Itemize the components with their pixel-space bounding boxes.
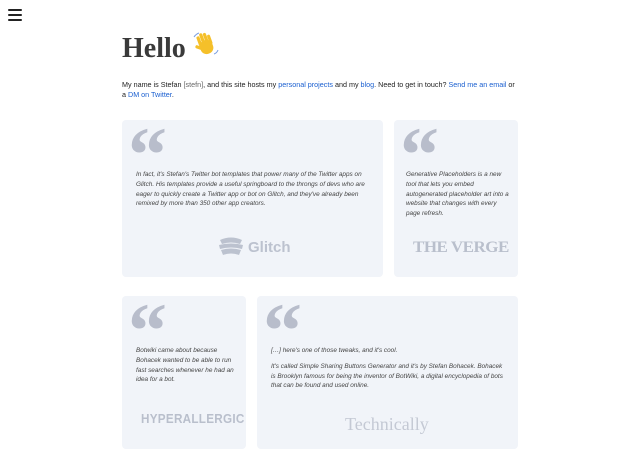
blog-link[interactable]: blog bbox=[361, 80, 375, 89]
quote-card-verge: “ Generative Placeholders is a new tool … bbox=[394, 116, 518, 277]
menu-line bbox=[8, 19, 22, 21]
quote-text: […] here's one of those tweaks, and it's… bbox=[271, 346, 507, 397]
main-content: Hello My name is Stefan [stefn], and thi… bbox=[122, 30, 518, 100]
quote-paragraph: In fact, it's Stefan's Twitter bot templ… bbox=[136, 171, 365, 208]
quote-card-glitch: “ In fact, it's Stefan's Twitter bot tem… bbox=[122, 116, 383, 277]
intro-text: and my bbox=[332, 80, 361, 89]
intro-text: , and this site hosts my bbox=[203, 80, 279, 89]
twitter-dm-link[interactable]: DM on Twitter bbox=[128, 90, 172, 99]
quote-card-hyperallergic: “ Botwiki came about because Bohacek wan… bbox=[122, 292, 246, 449]
glitch-fish-icon bbox=[219, 237, 243, 255]
the-verge-logo[interactable]: THE VERGE bbox=[413, 238, 509, 257]
intro-text: My name is Stefan bbox=[122, 80, 184, 89]
quote-paragraph: Botwiki came about because Bohacek wante… bbox=[136, 347, 234, 384]
intro-text: . bbox=[171, 90, 174, 99]
quote-text: Botwiki came about because Bohacek wante… bbox=[136, 346, 240, 391]
quote-paragraph: […] here's one of those tweaks, and it's… bbox=[271, 347, 398, 354]
quote-text: In fact, it's Stefan's Twitter bot templ… bbox=[136, 170, 372, 215]
quote-paragraph: It's called Simple Sharing Buttons Gener… bbox=[271, 362, 503, 390]
hamburger-menu-icon[interactable] bbox=[8, 9, 22, 21]
personal-projects-link[interactable]: personal projects bbox=[278, 80, 333, 89]
waving-hand-icon bbox=[192, 30, 220, 67]
email-link[interactable]: Send me an email bbox=[448, 80, 506, 89]
glitch-logo-text: Glitch bbox=[248, 238, 291, 256]
quote-card-technically: “ […] here's one of those tweaks, and it… bbox=[257, 292, 518, 449]
pronunciation: [stefn] bbox=[183, 80, 204, 89]
intro-paragraph: My name is Stefan [stefn], and this site… bbox=[122, 80, 518, 100]
quote-text: Generative Placeholders is a new tool th… bbox=[406, 170, 510, 225]
glitch-logo[interactable]: Glitch bbox=[218, 236, 291, 258]
technically-logo[interactable]: Technically bbox=[345, 414, 429, 435]
menu-line bbox=[8, 9, 22, 11]
intro-text: . Need to get in touch? bbox=[374, 80, 449, 89]
hyperallergic-logo[interactable]: HYPERALLERGIC bbox=[141, 411, 245, 426]
page-title: Hello bbox=[122, 30, 518, 67]
page-title-text: Hello bbox=[122, 32, 186, 64]
quote-paragraph: Generative Placeholders is a new tool th… bbox=[406, 171, 509, 218]
menu-line bbox=[8, 14, 22, 16]
